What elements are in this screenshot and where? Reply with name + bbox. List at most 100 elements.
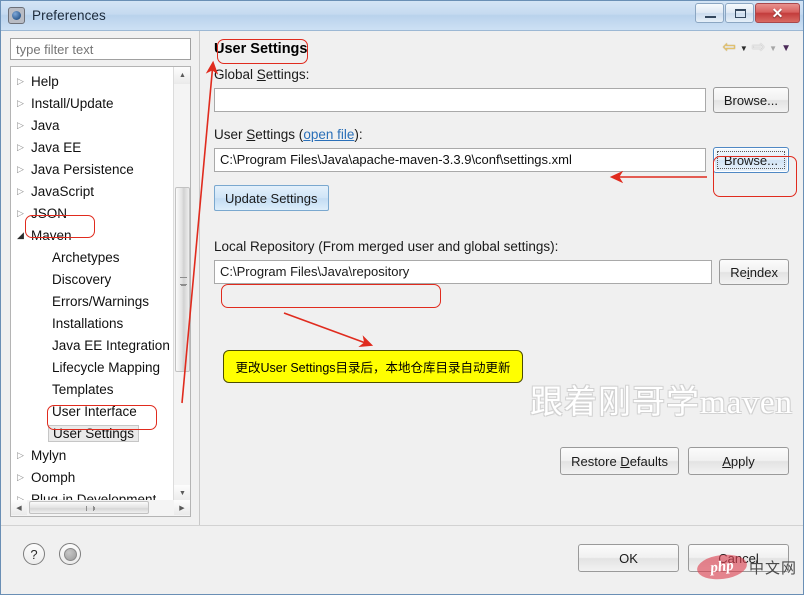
sidebar-item-label: Mylyn xyxy=(31,447,67,463)
dialog-action-buttons: OK Cancel xyxy=(578,544,789,572)
sidebar-item-label: Java EE Integration xyxy=(52,337,170,353)
maximize-button[interactable] xyxy=(725,3,754,23)
sidebar-item-lifecycle-mapping[interactable]: Lifecycle Mapping xyxy=(11,356,174,378)
scroll-thumb-horizontal[interactable] xyxy=(29,501,149,514)
chevron-right-icon[interactable]: ▷ xyxy=(17,98,31,108)
sidebar-item-user-interface[interactable]: User Interface xyxy=(11,400,174,422)
help-icon[interactable]: ? xyxy=(23,543,45,565)
local-repository-label: Local Repository (From merged user and g… xyxy=(214,239,559,254)
focus-ring xyxy=(716,151,785,169)
back-arrow-icon[interactable]: ⇦ xyxy=(722,40,735,56)
local-repository-input: C:\Program Files\Java\repository xyxy=(214,260,713,284)
open-file-link[interactable]: open file xyxy=(303,127,354,142)
global-settings-label: Global Settings: xyxy=(214,67,310,82)
sidebar-item-json[interactable]: ▷ JSON xyxy=(11,202,174,224)
settings-pane: User Settings ⇦ ▼ ⇨ ▼ ▼ Global Settings:… xyxy=(199,31,803,525)
restore-defaults-button[interactable]: Restore Defaults xyxy=(560,447,679,475)
page-menu-icon[interactable]: ▼ xyxy=(781,43,791,54)
close-button[interactable]: ✕ xyxy=(755,3,800,23)
sidebar-item-user-settings[interactable]: User Settings xyxy=(11,422,174,444)
scroll-left-icon[interactable]: ◀ xyxy=(11,500,27,515)
scroll-thumb-vertical[interactable] xyxy=(175,187,190,372)
cancel-button[interactable]: Cancel xyxy=(688,544,789,572)
sidebar-item-label: Java EE xyxy=(31,139,82,155)
watermark-cjk: 跟着刚哥学 xyxy=(530,383,701,420)
tree-vertical-scrollbar[interactable]: ▲ ▼ xyxy=(173,67,190,502)
sidebar-item-label: Maven xyxy=(31,227,72,243)
preferences-tree[interactable]: ▷ Help ▷ Install/Update ▷ Java ▷ Java EE ▷ Java P… xyxy=(10,66,191,503)
sidebar-item-label: Java Persistence xyxy=(31,161,134,177)
sidebar-item-java-persistence[interactable]: ▷ Java Persistence xyxy=(11,158,174,180)
chevron-right-icon[interactable]: ▷ xyxy=(17,164,31,174)
scroll-right-icon[interactable]: ▶ xyxy=(174,500,190,515)
sidebar-item-oomph[interactable]: ▷ Oomph xyxy=(11,466,174,488)
sidebar-item-label: User Settings xyxy=(48,424,140,442)
window-controls: ✕ xyxy=(694,3,800,23)
global-settings-browse-button[interactable]: Browse... xyxy=(712,87,789,113)
scroll-up-icon[interactable]: ▲ xyxy=(174,67,190,84)
update-settings-button[interactable]: Update Settings xyxy=(214,185,329,211)
minimize-button[interactable] xyxy=(695,3,724,23)
sidebar-item-label: Templates xyxy=(52,381,114,397)
sidebar-item-label: Installations xyxy=(52,315,124,331)
sidebar-item-label: JavaScript xyxy=(31,183,95,199)
sidebar-item-label: Oomph xyxy=(31,469,76,485)
chevron-down-icon[interactable]: ◢ xyxy=(17,230,31,240)
global-settings-input[interactable] xyxy=(214,88,706,112)
sidebar-item-install-update[interactable]: ▷ Install/Update xyxy=(11,92,174,114)
back-dropdown-icon[interactable]: ▼ xyxy=(740,44,748,53)
user-settings-label: User Settings (open file): xyxy=(214,127,363,142)
sidebar-item-installations[interactable]: Installations xyxy=(11,312,174,334)
user-settings-browse-button[interactable]: Browse... xyxy=(712,147,789,173)
minimize-icon xyxy=(705,16,716,18)
ok-button[interactable]: OK xyxy=(578,544,679,572)
chevron-right-icon[interactable]: ▷ xyxy=(17,76,31,86)
sidebar-item-java[interactable]: ▷ Java xyxy=(11,114,174,136)
record-icon[interactable] xyxy=(59,543,81,565)
global-settings-row: Browse... xyxy=(214,87,789,113)
forward-arrow-icon[interactable]: ⇨ xyxy=(752,40,765,56)
reindex-button[interactable]: Reindex xyxy=(719,259,789,285)
sidebar-item-label: Java xyxy=(31,117,60,133)
chevron-right-icon[interactable]: ▷ xyxy=(17,472,31,482)
user-settings-input[interactable]: C:\Program Files\Java\apache-maven-3.3.9… xyxy=(214,148,706,172)
sidebar-item-javascript[interactable]: ▷ JavaScript xyxy=(11,180,174,202)
tree-horizontal-scrollbar[interactable]: ◀ ▶ xyxy=(10,500,191,517)
tree-items: ▷ Help ▷ Install/Update ▷ Java ▷ Java EE ▷ Java P… xyxy=(11,67,174,503)
sidebar-item-label: Install/Update xyxy=(31,95,114,111)
chevron-right-icon[interactable]: ▷ xyxy=(17,208,31,218)
page-action-buttons: Restore Defaults Apply xyxy=(560,447,789,475)
sidebar-item-java-ee[interactable]: ▷ Java EE xyxy=(11,136,174,158)
forward-dropdown-icon[interactable]: ▼ xyxy=(769,44,777,53)
chevron-right-icon[interactable]: ▷ xyxy=(17,186,31,196)
page-content: Global Settings: Browse... User Settings… xyxy=(200,67,803,485)
user-settings-row: C:\Program Files\Java\apache-maven-3.3.9… xyxy=(214,147,789,173)
sidebar-item-maven[interactable]: ◢ Maven xyxy=(11,224,174,246)
local-repository-row: C:\Program Files\Java\repository Reindex xyxy=(214,259,789,285)
sidebar-item-mylyn[interactable]: ▷ Mylyn xyxy=(11,444,174,466)
sidebar-item-help[interactable]: ▷ Help xyxy=(11,70,174,92)
sidebar-item-archetypes[interactable]: Archetypes xyxy=(11,246,174,268)
watermark-latin: maven xyxy=(700,385,793,421)
sidebar-item-label: JSON xyxy=(31,205,68,221)
page-header: User Settings ⇦ ▼ ⇨ ▼ ▼ xyxy=(200,31,803,67)
dialog-body: ▷Help▷Install/Update▷Java▷Java EE▷Java P… xyxy=(1,31,803,525)
chevron-right-icon[interactable]: ▷ xyxy=(17,450,31,460)
apply-button[interactable]: Apply xyxy=(688,447,789,475)
sidebar: ▷Help▷Install/Update▷Java▷Java EE▷Java P… xyxy=(1,31,199,525)
annotation-note: 更改User Settings目录后，本地仓库目录自动更新 xyxy=(223,350,523,383)
title-bar: Preferences ✕ xyxy=(1,1,803,31)
sidebar-item-errors-warnings[interactable]: Errors/Warnings xyxy=(11,290,174,312)
sidebar-item-label: Archetypes xyxy=(52,249,120,265)
filter-input[interactable] xyxy=(10,38,191,60)
watermark-text: 跟着刚哥学maven xyxy=(530,375,793,423)
sidebar-item-java-ee-integration[interactable]: Java EE Integration xyxy=(11,334,174,356)
sidebar-item-discovery[interactable]: Discovery xyxy=(11,268,174,290)
page-title: User Settings xyxy=(214,41,308,57)
sidebar-item-templates[interactable]: Templates xyxy=(11,378,174,400)
sidebar-item-label: User Interface xyxy=(52,403,137,419)
navigation-controls: ⇦ ▼ ⇨ ▼ ▼ xyxy=(722,40,791,56)
chevron-right-icon[interactable]: ▷ xyxy=(17,120,31,130)
chevron-right-icon[interactable]: ▷ xyxy=(17,142,31,152)
close-icon: ✕ xyxy=(771,5,784,21)
